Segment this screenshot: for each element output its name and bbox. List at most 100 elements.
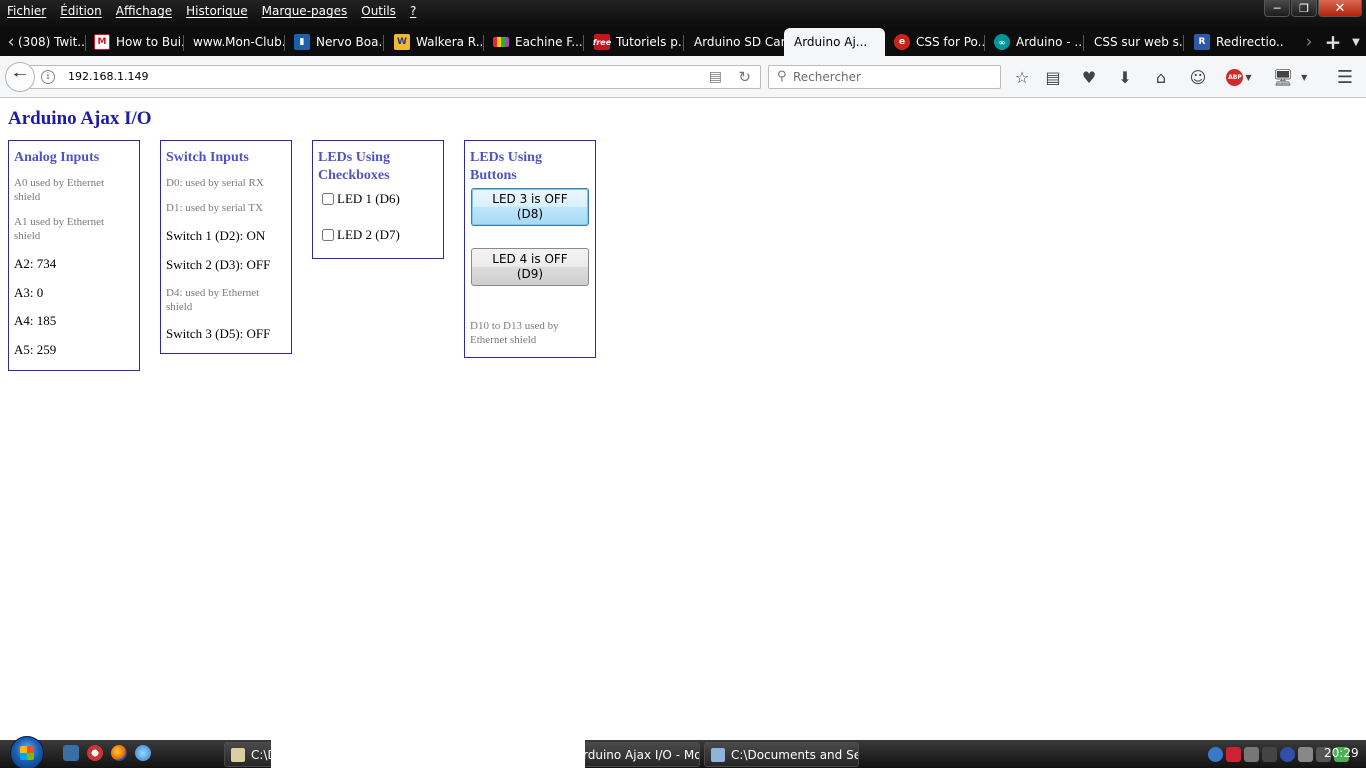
bookmarks-menu-button[interactable]: ▤ <box>1042 66 1064 88</box>
analog-reading-a5: A5: 259 <box>14 342 57 357</box>
close-window-button[interactable]: ✕ <box>1318 0 1362 17</box>
led-4-toggle-button[interactable]: LED 4 is OFF (D9) <box>471 248 589 286</box>
home-icon: ⌂ <box>1155 67 1167 87</box>
tab-walkera[interactable]: W Walkera R... <box>384 28 484 56</box>
adblock-button[interactable]: ABP ▼ <box>1224 66 1254 88</box>
analog-inputs-box: Analog Inputs A0 used by Ethernet shield… <box>8 140 140 371</box>
menu-marque-pages[interactable]: Marque-pages <box>255 1 355 21</box>
start-button[interactable] <box>10 736 44 768</box>
windows-logo-icon <box>20 746 34 760</box>
tab-arduino-ajax-active[interactable]: Arduino Aj... ✕ <box>784 28 885 56</box>
back-button[interactable]: 🠐 <box>5 62 35 92</box>
tab-label: CSS for Po... <box>916 35 985 49</box>
tab-label: Arduino Aj... <box>794 35 868 49</box>
screen-share-button[interactable]: 🖥 ▼ <box>1270 66 1310 88</box>
menu-bar: Fichier Édition Affichage Historique Mar… <box>0 0 423 22</box>
tab-label: Tutoriels p... <box>616 35 684 49</box>
eachine-icon <box>493 37 509 47</box>
analog-reading-a2: A2: 734 <box>14 256 57 271</box>
led-checkboxes-box: LEDs Using Checkboxes LED 1 (D6) LED 2 (… <box>312 140 444 259</box>
switch-1-status: Switch 1 (D2): ON <box>166 228 266 243</box>
open-menu-button[interactable]: ☰ <box>1334 66 1356 88</box>
firefox-icon[interactable] <box>111 745 127 761</box>
volume-icon[interactable] <box>1298 746 1313 762</box>
tab-arduino-sd-card[interactable]: Arduino SD Car... <box>684 28 784 56</box>
tab-mon-club[interactable]: www.Mon-Club... <box>184 28 285 56</box>
tab-css-for-po[interactable]: e CSS for Po... <box>885 28 985 56</box>
led-1-checkbox[interactable] <box>322 193 334 205</box>
new-tab-button[interactable]: + <box>1324 28 1342 56</box>
tools-icon[interactable] <box>1244 746 1259 762</box>
star-icon: ☆ <box>1014 67 1030 87</box>
device-icon[interactable] <box>1262 746 1277 762</box>
page-title: Arduino Ajax I/O <box>8 108 152 129</box>
tab-nervo-board[interactable]: ▮ Nervo Boa... <box>285 28 384 56</box>
downloads-button[interactable]: ⬇ <box>1114 66 1136 88</box>
led-2-checkbox[interactable] <box>322 229 334 241</box>
tab-label: Arduino SD Car... <box>694 35 784 49</box>
messenger-icon[interactable] <box>135 745 151 761</box>
switch-3-status: Switch 3 (D5): OFF <box>166 326 271 341</box>
arduino-icon: ∞ <box>994 34 1010 50</box>
menu-affichage[interactable]: Affichage <box>109 1 179 21</box>
antivirus-icon[interactable] <box>1226 746 1241 762</box>
search-input[interactable] <box>793 68 993 86</box>
tab-tutoriels[interactable]: free Tutoriels p... <box>584 28 684 56</box>
tab-strip: ‹ (308) Twit... M How to Bui... www.Mon-… <box>0 28 1366 56</box>
analog-reading-a4: A4: 185 <box>14 313 57 328</box>
minimize-button[interactable]: ─ <box>1264 0 1290 17</box>
show-desktop-icon[interactable] <box>63 745 79 761</box>
led-1-label: LED 1 (D6) <box>337 191 400 206</box>
tab-css-sur-web[interactable]: CSS sur web s... <box>1084 28 1184 56</box>
reader-view-icon[interactable]: ▤ <box>709 69 722 85</box>
menu-help[interactable]: ? <box>403 1 423 21</box>
tab-label: Redirectio... <box>1216 35 1284 49</box>
menu-edition[interactable]: Édition <box>53 1 109 21</box>
plus-icon: + <box>1324 30 1342 54</box>
site-info-icon[interactable]: i <box>41 70 55 84</box>
menu-outils[interactable]: Outils <box>354 1 403 21</box>
tab-label: (308) Twit... <box>18 35 86 49</box>
clock[interactable]: 20:29 <box>1324 746 1359 760</box>
reload-icon[interactable]: ↻ <box>738 68 751 86</box>
led-2-label: LED 2 (D7) <box>337 227 400 242</box>
arrow-left-icon: 🠐 <box>13 64 27 84</box>
help-icon[interactable] <box>1280 746 1295 762</box>
analog-reading-a3: A3: 0 <box>14 285 44 300</box>
clipboard-icon: ▤ <box>1045 67 1061 87</box>
bookmark-star-button[interactable]: ☆ <box>1011 66 1033 88</box>
home-button[interactable]: ⌂ <box>1150 66 1172 88</box>
menu-fichier[interactable]: Fichier <box>0 1 53 21</box>
task-explorer[interactable]: C:\Documents and Set... <box>704 742 859 767</box>
minimize-icon: ─ <box>1273 1 1281 15</box>
menu-historique[interactable]: Historique <box>179 1 255 21</box>
media-player-icon[interactable] <box>87 745 103 761</box>
search-bar[interactable]: ⚲ <box>768 65 1001 89</box>
network-globe-icon[interactable] <box>1208 746 1223 762</box>
tab-label: Eachine F... <box>515 35 583 49</box>
led-2-row[interactable]: LED 2 (D7) <box>322 227 400 243</box>
tab-redirection[interactable]: R Redirectio... <box>1184 28 1284 56</box>
led-1-row[interactable]: LED 1 (D6) <box>322 191 400 207</box>
pocket-icon: ♥ <box>1081 67 1097 87</box>
chevron-right-icon: › <box>1305 32 1313 52</box>
windows-taskbar: C:\D rduino Ajax I/O - Mo... C:\Document… <box>0 736 1366 768</box>
download-arrow-icon: ⬇ <box>1118 67 1132 87</box>
list-all-tabs-button[interactable]: ▼ <box>1347 28 1365 56</box>
led-3-toggle-button[interactable]: LED 3 is OFF (D8) <box>471 188 589 226</box>
pocket-button[interactable]: ♥ <box>1078 66 1100 88</box>
d1-note: D1: used by serial TX <box>166 202 263 214</box>
restore-button[interactable]: ❐ <box>1291 0 1317 17</box>
url-bar[interactable]: i 192.168.1.149 ▤ ↻ <box>30 65 761 89</box>
navigation-toolbar: i 192.168.1.149 ▤ ↻ 🠐 ⚲ ☆ ▤ ♥ ⬇ ⌂ ☺ ABP▼… <box>0 56 1366 98</box>
tab-twitter[interactable]: (308) Twit... <box>18 28 86 56</box>
scroll-tabs-right-button[interactable]: › <box>1300 28 1318 56</box>
walkera-icon: W <box>394 34 410 50</box>
tab-how-to-build[interactable]: M How to Bui... <box>86 28 184 56</box>
url-text[interactable]: 192.168.1.149 <box>68 70 148 83</box>
tab-label: Walkera R... <box>416 35 484 49</box>
hello-button[interactable]: ☺ <box>1187 66 1209 88</box>
tab-eachine[interactable]: Eachine F... <box>484 28 584 56</box>
free-icon: free <box>593 34 611 50</box>
tab-arduino[interactable]: ∞ Arduino - ... <box>985 28 1084 56</box>
